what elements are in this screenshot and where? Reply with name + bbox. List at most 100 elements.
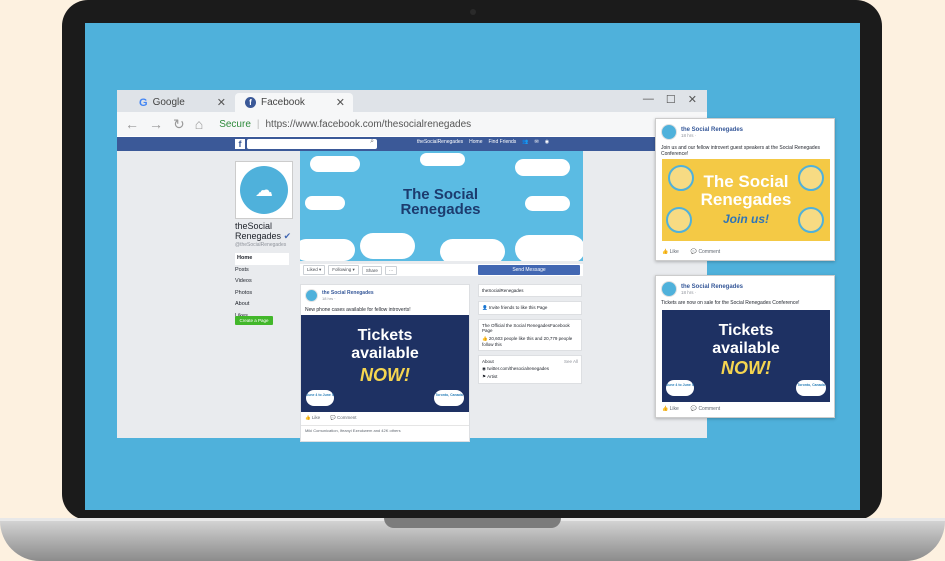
tab-facebook[interactable]: f Facebook ✕: [235, 93, 353, 112]
location-badge: Toronto, Canada: [796, 380, 826, 396]
card-author[interactable]: the Social Renegades: [681, 127, 743, 133]
minimize-button[interactable]: —: [643, 93, 654, 106]
menu-posts[interactable]: Posts: [235, 265, 289, 277]
nav-bar: ← → ↻ ⌂ Secure | https://www.facebook.co…: [117, 112, 707, 136]
close-tab-icon[interactable]: ✕: [217, 96, 226, 109]
ticket-line1: Tickets: [357, 327, 413, 344]
likes-row: 👍 20,603 people like this and 20,779 peo…: [482, 336, 578, 347]
cover-photo[interactable]: The Social Renegades: [300, 151, 583, 261]
like-label: Like: [311, 415, 321, 420]
close-tab-icon[interactable]: ✕: [336, 96, 345, 109]
card-author[interactable]: the Social Renegades: [681, 284, 743, 290]
ticket-line1: Tickets: [718, 322, 774, 339]
join-title-line2: Renegades: [700, 190, 792, 209]
post-image[interactable]: Tickets available NOW! June 4 to June 5 …: [301, 315, 469, 412]
camera: [470, 9, 476, 15]
address-bar[interactable]: Secure | https://www.facebook.com/thesoc…: [219, 119, 471, 130]
topbar-find-friends-link[interactable]: Find Friends: [489, 139, 517, 145]
cloud: [440, 239, 505, 261]
cover-title: The Social Renegades: [393, 187, 488, 217]
cloud-logo-icon: ☁: [240, 166, 288, 214]
post-reactions[interactable]: Miki Comunication, Ifeanyi Ezeukwem and …: [301, 425, 469, 434]
following-button[interactable]: Following ▾: [328, 265, 359, 275]
topbar-links: theSocialRenegades Home Find Friends 👥 ✉…: [417, 139, 549, 145]
avatar[interactable]: [305, 289, 318, 302]
like-button[interactable]: 👍 Like: [662, 249, 679, 255]
join-us-image[interactable]: The Social Renegades Join us!: [662, 159, 830, 241]
tag-icon: ⚑: [482, 374, 487, 379]
post-text: New phone cases available for fellow int…: [305, 307, 411, 313]
tab-google[interactable]: G Google ✕: [129, 93, 234, 112]
page-profile-picture[interactable]: ☁: [235, 161, 293, 219]
reload-icon[interactable]: ↻: [173, 116, 185, 133]
thumbs-up-icon: 👍: [482, 336, 488, 341]
card-actions: 👍 Like 💬 Comment: [662, 249, 720, 255]
card-text: Tickets are now on sale for the Social R…: [661, 300, 800, 306]
tab-bar: G Google ✕ f Facebook ✕ — ☐ ✕: [117, 90, 707, 112]
globe-icon[interactable]: ◉: [545, 139, 549, 145]
close-window-button[interactable]: ✕: [688, 93, 697, 106]
create-page-button[interactable]: Create a Page: [235, 316, 273, 325]
google-icon: G: [139, 96, 148, 109]
menu-videos[interactable]: Videos: [235, 276, 289, 288]
home-icon[interactable]: ⌂: [195, 116, 203, 132]
more-button[interactable]: ···: [384, 265, 398, 275]
globe-icon: ◉: [482, 366, 486, 371]
date-badge: June 4 to June 5: [666, 380, 694, 396]
comment-button[interactable]: 💬 Comment: [691, 249, 720, 255]
tab-label: Google: [152, 97, 185, 108]
maximize-button[interactable]: ☐: [666, 93, 676, 106]
post-time: 18 hrs ·: [322, 296, 336, 301]
comment-button[interactable]: 💬 Comment: [330, 415, 356, 421]
page-handle: @theSocialRenegades: [235, 242, 287, 248]
comment-label: Comment: [698, 406, 721, 412]
topbar-home-link[interactable]: Home: [469, 139, 482, 145]
official-page-text: The Official the Social RenegadesFaceboo…: [482, 323, 570, 333]
like-button[interactable]: 👍 Like: [662, 406, 679, 412]
menu-about[interactable]: About: [235, 299, 289, 311]
tickets-image[interactable]: Tickets available NOW! June 4 to June 5 …: [662, 310, 830, 402]
join-us-text: Join us!: [722, 212, 769, 226]
invite-friends-link[interactable]: 👤 Invite friends to like this Page: [478, 301, 582, 315]
see-all-link[interactable]: See All: [564, 359, 578, 364]
avatar[interactable]: [661, 281, 677, 297]
cloud: [305, 196, 345, 210]
menu-home[interactable]: Home: [235, 253, 289, 265]
cloud: [420, 153, 465, 166]
liked-button[interactable]: Liked ▾: [303, 265, 326, 275]
facebook-search-input[interactable]: ⌕: [247, 138, 377, 149]
comment-button[interactable]: 💬 Comment: [691, 406, 720, 412]
share-button[interactable]: Share: [361, 265, 382, 275]
about-title: About: [482, 359, 494, 364]
like-button[interactable]: 👍 Like: [305, 415, 320, 421]
likes-text: 20,603 people like this and 20,779 peopl…: [482, 336, 573, 347]
facebook-logo-icon[interactable]: f: [235, 139, 245, 149]
ticket-line3: NOW!: [360, 365, 410, 385]
forward-icon[interactable]: →: [149, 116, 163, 132]
search-icon: ⌕: [370, 138, 374, 145]
like-label: Like: [669, 406, 679, 412]
post-card-tickets: the Social Renegades 18 hrs · Tickets ar…: [655, 275, 835, 418]
post-actions: 👍 Like 💬 Comment: [305, 415, 357, 421]
join-title-line1: The Social: [703, 172, 789, 191]
laptop-screen: G Google ✕ f Facebook ✕ — ☐ ✕ ← → ↻ ⌂ Se…: [85, 23, 860, 510]
friends-icon[interactable]: 👥: [522, 139, 528, 145]
card-time: 18 hrs ·: [681, 289, 697, 295]
send-message-button[interactable]: Send Message: [478, 265, 580, 275]
date-badge: June 4 to June 5: [306, 390, 334, 406]
cover-title-line2: Renegades: [400, 201, 481, 218]
page-name-line1: theSocial: [235, 221, 273, 231]
cloud: [310, 156, 360, 172]
invite-label: Invite friends to like this Page: [488, 305, 548, 310]
messages-icon[interactable]: ✉: [535, 139, 539, 145]
about-box: About See All ◉ twitter.com/thesocialren…: [478, 355, 582, 384]
post-card-join-us: the Social Renegades 18 hrs · Join us an…: [655, 118, 835, 261]
location-badge: Toronto, Canada: [434, 390, 464, 406]
twitter-row[interactable]: ◉ twitter.com/thesocialrenegades: [482, 366, 578, 372]
back-icon[interactable]: ←: [125, 116, 139, 132]
comment-label: Comment: [336, 415, 357, 420]
browser-window: G Google ✕ f Facebook ✕ — ☐ ✕ ← → ↻ ⌂ Se…: [117, 90, 707, 442]
avatar[interactable]: [661, 124, 677, 140]
topbar-profile-link[interactable]: theSocialRenegades: [417, 139, 463, 145]
menu-photos[interactable]: Photos: [235, 288, 289, 300]
